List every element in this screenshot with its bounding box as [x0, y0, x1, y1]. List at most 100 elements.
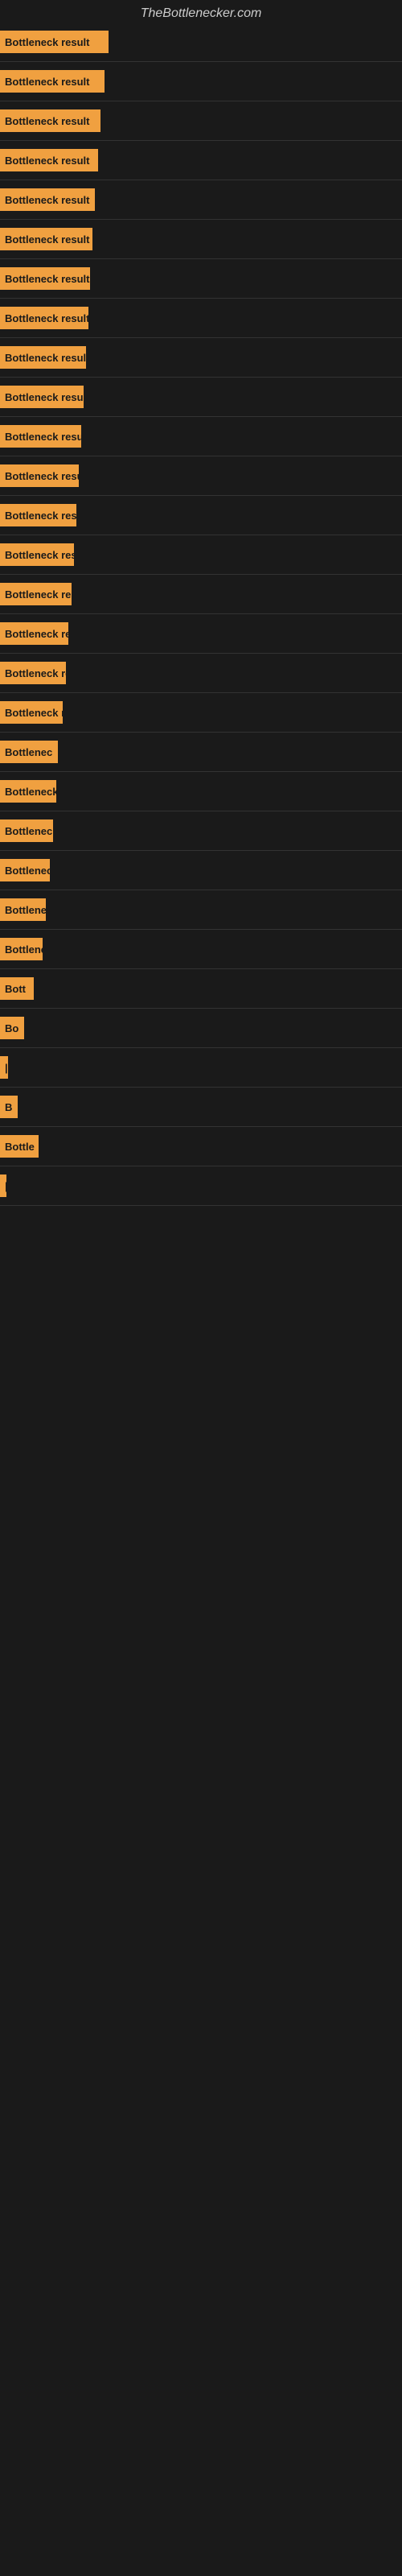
separator-7 — [0, 298, 402, 299]
bottleneck-bar-label-26: Bo — [5, 1022, 18, 1034]
bottleneck-bar-7[interactable]: Bottleneck result — [0, 267, 90, 290]
bar-row-28: B — [0, 1089, 402, 1125]
bar-row-21: Bottleneck — [0, 813, 402, 848]
bottleneck-bar-24[interactable]: Bottleneck r — [0, 938, 43, 960]
separator-15 — [0, 613, 402, 614]
bottleneck-bar-label-3: Bottleneck result — [5, 115, 89, 127]
separator-27 — [0, 1087, 402, 1088]
bottleneck-bar-label-29: Bottle — [5, 1141, 35, 1153]
bottleneck-bar-label-21: Bottleneck — [5, 825, 53, 837]
bottleneck-bar-label-20: Bottleneck r — [5, 786, 56, 798]
bottleneck-bar-1[interactable]: Bottleneck result — [0, 31, 109, 53]
bottleneck-bar-label-18: Bottleneck r — [5, 707, 63, 719]
site-title: TheBottlenecker.com — [0, 0, 402, 24]
bottleneck-bar-6[interactable]: Bottleneck result — [0, 228, 92, 250]
bottleneck-bar-label-23: Bottlene — [5, 904, 46, 916]
separator-16 — [0, 653, 402, 654]
bottleneck-bar-25[interactable]: Bott — [0, 977, 34, 1000]
bottleneck-bar-label-8: Bottleneck result — [5, 312, 88, 324]
bottleneck-bar-label-27: | — [5, 1062, 8, 1074]
bottleneck-bar-label-10: Bottleneck result — [5, 391, 84, 403]
bar-row-3: Bottleneck result — [0, 103, 402, 138]
bar-row-30: | — [0, 1168, 402, 1203]
bar-row-7: Bottleneck result — [0, 261, 402, 296]
bottleneck-bar-30[interactable]: | — [0, 1174, 6, 1197]
separator-14 — [0, 574, 402, 575]
bottleneck-bar-label-6: Bottleneck result — [5, 233, 89, 246]
bottleneck-bar-20[interactable]: Bottleneck r — [0, 780, 56, 803]
bottleneck-bar-28[interactable]: B — [0, 1096, 18, 1118]
bottleneck-bar-label-16: Bottleneck res — [5, 628, 68, 640]
bottleneck-bar-10[interactable]: Bottleneck result — [0, 386, 84, 408]
bar-row-11: Bottleneck result — [0, 419, 402, 454]
bottleneck-bar-5[interactable]: Bottleneck result — [0, 188, 95, 211]
bottleneck-bar-label-30: | — [5, 1180, 6, 1192]
bar-row-26: Bo — [0, 1010, 402, 1046]
separator-8 — [0, 337, 402, 338]
bottleneck-bar-22[interactable]: Bottleneck res — [0, 859, 50, 881]
bottleneck-bar-label-25: Bott — [5, 983, 26, 995]
bottleneck-bar-12[interactable]: Bottleneck result — [0, 464, 79, 487]
separator-9 — [0, 377, 402, 378]
bar-row-23: Bottlene — [0, 892, 402, 927]
bottleneck-bar-19[interactable]: Bottlenec — [0, 741, 58, 763]
separator-12 — [0, 495, 402, 496]
separator-30 — [0, 1205, 402, 1206]
bottleneck-bar-21[interactable]: Bottleneck — [0, 819, 53, 842]
bottleneck-bar-label-7: Bottleneck result — [5, 273, 89, 285]
bottleneck-bar-11[interactable]: Bottleneck result — [0, 425, 81, 448]
bottleneck-bar-17[interactable]: Bottleneck result — [0, 662, 66, 684]
bottleneck-bar-label-9: Bottleneck result — [5, 352, 86, 364]
bar-row-22: Bottleneck res — [0, 852, 402, 888]
bottleneck-bar-3[interactable]: Bottleneck result — [0, 109, 100, 132]
bar-row-4: Bottleneck result — [0, 142, 402, 178]
bottleneck-bar-label-24: Bottleneck r — [5, 943, 43, 956]
bar-row-9: Bottleneck result — [0, 340, 402, 375]
bottleneck-bar-23[interactable]: Bottlene — [0, 898, 46, 921]
bar-row-12: Bottleneck result — [0, 458, 402, 493]
bar-row-15: Bottleneck result — [0, 576, 402, 612]
bar-row-8: Bottleneck result — [0, 300, 402, 336]
separator-26 — [0, 1047, 402, 1048]
bar-row-6: Bottleneck result — [0, 221, 402, 257]
bottleneck-bar-26[interactable]: Bo — [0, 1017, 24, 1039]
bar-row-18: Bottleneck r — [0, 695, 402, 730]
separator-21 — [0, 850, 402, 851]
bar-row-25: Bott — [0, 971, 402, 1006]
bottleneck-bar-14[interactable]: Bottleneck result — [0, 543, 74, 566]
bar-row-1: Bottleneck result — [0, 24, 402, 60]
bottleneck-bar-label-14: Bottleneck result — [5, 549, 74, 561]
bottleneck-bar-label-5: Bottleneck result — [5, 194, 89, 206]
bar-row-20: Bottleneck r — [0, 774, 402, 809]
bottleneck-bar-18[interactable]: Bottleneck r — [0, 701, 63, 724]
separator-23 — [0, 929, 402, 930]
bar-row-5: Bottleneck result — [0, 182, 402, 217]
bottleneck-bar-label-28: B — [5, 1101, 12, 1113]
bar-row-13: Bottleneck result — [0, 497, 402, 533]
separator-28 — [0, 1126, 402, 1127]
bottleneck-bar-label-22: Bottleneck res — [5, 865, 50, 877]
bottleneck-bar-13[interactable]: Bottleneck result — [0, 504, 76, 526]
bar-row-29: Bottle — [0, 1129, 402, 1164]
separator-19 — [0, 771, 402, 772]
separator-10 — [0, 416, 402, 417]
separator-18 — [0, 732, 402, 733]
separator-24 — [0, 968, 402, 969]
bar-row-17: Bottleneck result — [0, 655, 402, 691]
bottleneck-bar-2[interactable]: Bottleneck result — [0, 70, 105, 93]
bottleneck-bar-label-15: Bottleneck result — [5, 588, 72, 601]
bottleneck-bar-label-2: Bottleneck result — [5, 76, 89, 88]
bar-row-10: Bottleneck result — [0, 379, 402, 415]
bottleneck-bar-27[interactable]: | — [0, 1056, 8, 1079]
bottleneck-bar-29[interactable]: Bottle — [0, 1135, 39, 1158]
bottleneck-bar-9[interactable]: Bottleneck result — [0, 346, 86, 369]
bottleneck-bar-label-4: Bottleneck result — [5, 155, 89, 167]
separator-25 — [0, 1008, 402, 1009]
bottleneck-bar-label-1: Bottleneck result — [5, 36, 89, 48]
bottleneck-bar-15[interactable]: Bottleneck result — [0, 583, 72, 605]
bottleneck-bar-4[interactable]: Bottleneck result — [0, 149, 98, 171]
bottleneck-bar-16[interactable]: Bottleneck res — [0, 622, 68, 645]
bottleneck-bar-8[interactable]: Bottleneck result — [0, 307, 88, 329]
bottleneck-bar-label-13: Bottleneck result — [5, 510, 76, 522]
bar-row-14: Bottleneck result — [0, 537, 402, 572]
